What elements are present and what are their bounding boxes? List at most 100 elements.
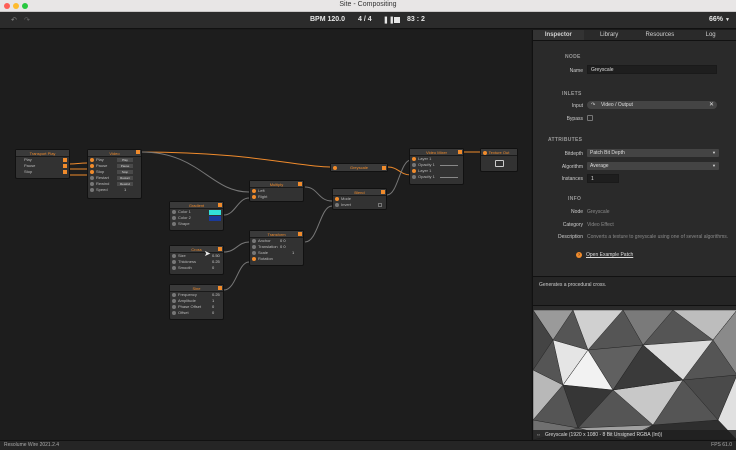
restart-button[interactable]: Restart [117,176,133,180]
node-video[interactable]: Video Play Play Pause Pause Stop Stop Resta… [87,149,142,199]
tab-library[interactable]: Library [584,30,635,40]
inlet-pin[interactable] [252,195,256,199]
node-title: Gradient [170,202,223,209]
preview-caption-text: Greyscale (1920 x 1080 - 8 Bit Unsigned … [545,432,663,438]
algorithm-select[interactable]: Average ▼ [587,162,719,170]
inlet-pin[interactable] [90,188,94,192]
outlet-pin[interactable] [218,246,222,251]
preview-caption: ⇔ Greyscale (1920 x 1080 - 8 Bit Unsigne… [533,430,736,440]
outlet-pin[interactable] [298,231,302,236]
stop-icon[interactable] [394,17,400,23]
inlet-pin[interactable] [172,210,176,214]
inlet-pin[interactable] [172,266,176,270]
node-video-mixer[interactable]: Video Mixer Layer 1 Opacity 1 Layer 1 Op… [409,148,464,185]
outlet-pin[interactable] [218,202,222,207]
node-texture-out[interactable]: Texture Out [480,148,518,172]
input-connection[interactable]: ↷ Video / Output ✕ [587,101,717,109]
chevron-down-icon[interactable]: ▼ [725,17,730,23]
node-canvas[interactable]: Transport Play Play Pause Stop Video Pla… [0,30,531,440]
bypass-checkbox[interactable] [587,115,593,121]
node-blend[interactable]: Blend Mode Invert [332,188,387,210]
wire [68,162,88,165]
inspector-panel: Inspector Library Resources Log NODE Nam… [532,30,736,440]
outlet-pin[interactable] [136,149,140,154]
node-transport-play[interactable]: Transport Play Play Pause Stop [15,149,70,179]
bpm-display[interactable]: BPM 120.0 [310,16,345,23]
tab-log[interactable]: Log [685,30,736,40]
node-title: Cross [170,246,223,253]
outlet-pin[interactable] [381,189,385,194]
node-cross[interactable]: Cross Size 0.50 Thickness 0.25 Smooth 0 [169,245,224,275]
tab-resources[interactable]: Resources [635,30,686,40]
redo-icon[interactable]: ↷ [24,16,30,24]
inlet-pin[interactable] [252,239,256,243]
inlet-pin[interactable] [252,251,256,255]
inlet-pin[interactable] [333,166,337,170]
stop-button[interactable]: Stop [117,170,133,174]
inlet-pin[interactable] [252,257,256,261]
wire [304,205,333,243]
inlet-pin[interactable] [172,222,176,226]
node-greyscale[interactable]: Greyscale [330,163,388,172]
inlet-pin[interactable] [90,170,94,174]
opacity-slider[interactable] [440,165,458,166]
outlet-pin[interactable] [63,164,67,168]
inlet-pin[interactable] [412,169,416,173]
inlet-pin[interactable] [412,163,416,167]
instances-label: Instances [561,176,583,182]
outlet-pin[interactable] [218,285,222,290]
outlet-pin[interactable] [63,170,67,174]
inlet-pin[interactable] [412,157,416,161]
inlet-pin[interactable] [90,158,94,162]
node-inlet: Shape [170,221,223,227]
undo-icon[interactable]: ↶ [11,16,17,24]
category-value: Video Effect [587,222,614,228]
play-button[interactable]: Play [117,158,133,162]
inlet-pin[interactable] [172,299,176,303]
inlet-pin[interactable] [172,311,176,315]
pause-button[interactable]: Pause [117,164,133,168]
node-inlet: Speed 1 [88,187,141,193]
instances-field[interactable]: 1 [587,174,619,183]
inlet-pin[interactable] [483,151,487,155]
wire [386,159,412,196]
inlet-pin[interactable] [335,197,339,201]
outlet-pin[interactable] [382,166,386,170]
node-description-box: Generates a procedural cross. [533,276,736,306]
node-outlet: Stop [16,169,69,175]
speed-value[interactable]: 1 [124,187,126,193]
outlet-pin[interactable] [298,181,302,186]
node-multiply[interactable]: Multiply Left Right [249,180,304,202]
outlet-pin[interactable] [63,158,67,162]
inlet-pin[interactable] [90,164,94,168]
node-title: Video Mixer [410,149,463,156]
inlet-pin[interactable] [412,175,416,179]
node-sine[interactable]: Sine Frequency 0.25 Amplitude 1 Phase Offs… [169,284,224,320]
opacity-slider[interactable] [440,177,458,178]
inlet-pin[interactable] [172,293,176,297]
invert-checkbox[interactable] [378,203,382,207]
node-gradient[interactable]: Gradient Color 1 Color 2 Shape [169,201,224,231]
outlet-pin[interactable] [458,149,462,154]
inlet-pin[interactable] [172,305,176,309]
node-transform[interactable]: Transform Anchor 0 0 Translation 0 0 Scale… [249,230,304,266]
inlet-pin[interactable] [172,260,176,264]
open-example-link[interactable]: Open Example Patch [586,252,633,258]
expand-icon[interactable]: ⇔ [536,430,541,440]
inlet-pin[interactable] [252,189,256,193]
bitdepth-select[interactable]: Patch Bit Depth ▼ [587,149,719,157]
time-signature[interactable]: 4 / 4 [358,16,372,23]
inlet-pin[interactable] [335,203,339,207]
pause-icon[interactable]: ❚❚ [383,16,395,24]
inlet-pin[interactable] [252,245,256,249]
tab-inspector[interactable]: Inspector [533,30,584,40]
rewind-button[interactable]: Rewind [117,182,133,186]
inlet-pin[interactable] [90,176,94,180]
name-field[interactable]: Greyscale [587,65,717,74]
zoom-level[interactable]: 66% [709,16,723,23]
inlet-pin[interactable] [172,254,176,258]
inlet-pin[interactable] [90,182,94,186]
inlet-pin[interactable] [172,216,176,220]
wire [223,241,250,253]
clear-icon[interactable]: ✕ [709,101,714,109]
